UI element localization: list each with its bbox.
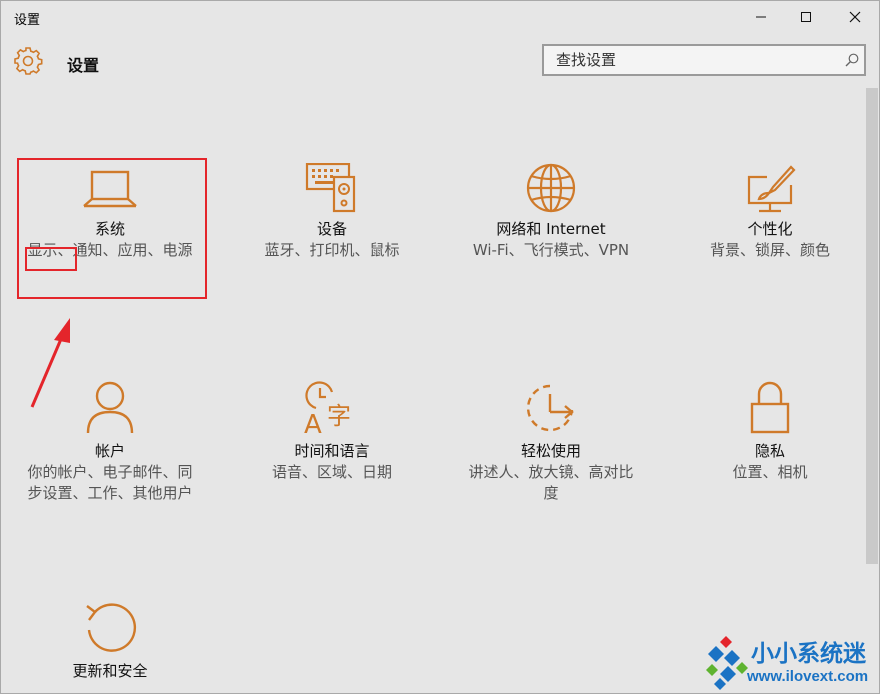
search-icon[interactable] [844, 52, 860, 68]
search-box[interactable] [542, 44, 866, 76]
close-icon [849, 11, 861, 23]
svg-text:字: 字 [327, 402, 351, 430]
tile-privacy-title: 隐私 [754, 442, 785, 460]
gear-icon [14, 47, 43, 75]
window-frame [0, 0, 880, 694]
tile-personalization-desc: 背景、锁屏、颜色 [709, 241, 830, 259]
watermark-url: www.ilovext.com [747, 668, 869, 685]
scrollbar-thumb[interactable] [866, 88, 878, 564]
lock-icon [750, 381, 790, 434]
person-icon [86, 381, 134, 434]
tile-ease-of-access[interactable]: 轻松使用 讲述人、放大镜、高对比度 [451, 380, 651, 504]
devices-icon [305, 163, 356, 213]
highlight-box-system [17, 158, 207, 299]
watermark-logo: 小小系统迷 www.ilovext.com [696, 632, 880, 694]
tile-ease-of-access-title: 轻松使用 [520, 442, 581, 460]
globe-icon [526, 163, 576, 213]
tile-update-security-title: 更新和安全 [72, 662, 148, 680]
page-title: 设置 [67, 56, 100, 75]
minimize-icon [756, 16, 766, 18]
tile-privacy[interactable]: 隐私 位置、相机 [670, 380, 870, 483]
tile-personalization-title: 个性化 [747, 220, 793, 238]
tile-devices[interactable]: 设备 蓝牙、打印机、鼠标 [232, 163, 432, 261]
highlight-box-display [25, 247, 77, 271]
tile-time-language[interactable]: A 字 时间和语言 语音、区域、日期 [232, 380, 432, 483]
window-title: 设置 [14, 13, 41, 28]
maximize-icon [801, 12, 811, 22]
watermark-text: 小小系统迷 [751, 640, 866, 666]
tile-personalization[interactable]: 个性化 背景、锁屏、颜色 [670, 163, 870, 261]
tile-time-language-desc: 语音、区域、日期 [271, 463, 392, 481]
ease-of-access-icon [526, 384, 574, 432]
maximize-button[interactable] [783, 0, 829, 34]
annotation-arrow-icon [30, 318, 70, 408]
close-button[interactable] [832, 0, 878, 34]
tile-privacy-desc: 位置、相机 [732, 463, 808, 481]
tile-network-title: 网络和 Internet [496, 220, 606, 238]
time-language-icon: A 字 [304, 381, 351, 435]
tile-ease-of-access-desc: 讲述人、放大镜、高对比度 [468, 463, 634, 502]
tile-network[interactable]: 网络和 Internet Wi-Fi、飞行模式、VPN [451, 163, 651, 261]
svg-text:A: A [304, 410, 322, 435]
tile-devices-title: 设备 [316, 220, 347, 238]
search-input[interactable] [544, 46, 846, 74]
tile-accounts-desc: 你的帐户、电子邮件、同步设置、工作、其他用户 [27, 463, 193, 502]
watermark-logo-icon [706, 636, 748, 690]
tile-update-security[interactable]: 更新和安全 [10, 600, 210, 682]
tile-time-language-title: 时间和语言 [294, 442, 370, 460]
tile-devices-desc: 蓝牙、打印机、鼠标 [264, 241, 400, 259]
tile-accounts-title: 帐户 [94, 442, 125, 460]
personalization-icon [747, 165, 796, 213]
minimize-button[interactable] [738, 0, 784, 34]
title-bar[interactable]: 设置 [0, 0, 880, 34]
tile-network-desc: Wi-Fi、飞行模式、VPN [472, 241, 630, 259]
update-icon [86, 603, 137, 652]
